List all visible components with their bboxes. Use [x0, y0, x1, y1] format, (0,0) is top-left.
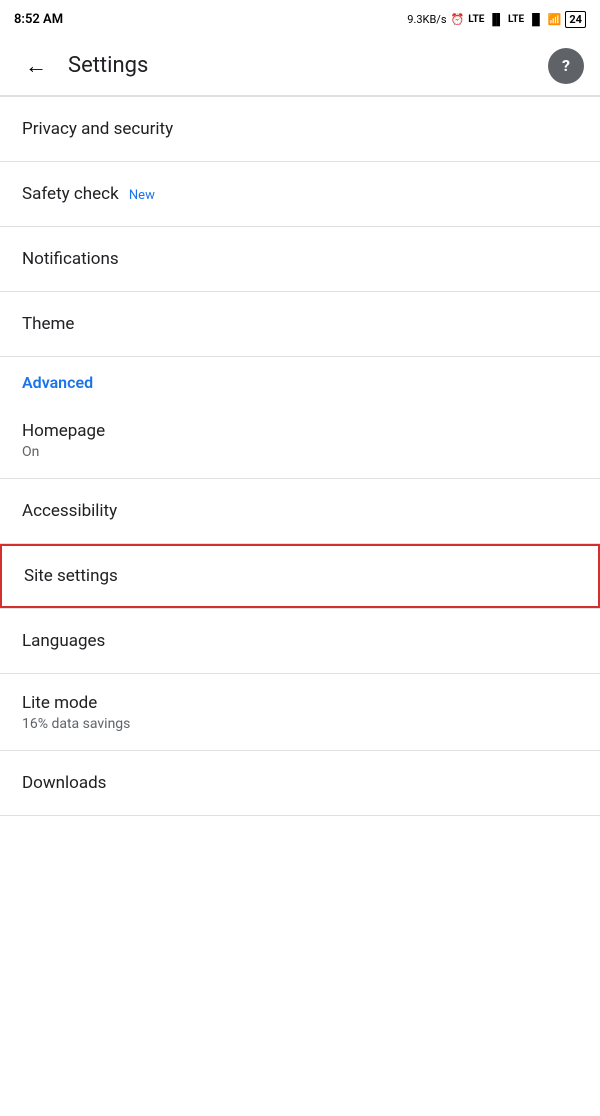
privacy-security-label: Privacy and security: [22, 118, 578, 140]
lite-mode-sublabel: 16% data savings: [22, 716, 578, 732]
back-button[interactable]: ←: [16, 46, 56, 86]
app-bar: ← Settings ?: [0, 36, 600, 96]
settings-item-downloads[interactable]: Downloads: [0, 751, 600, 815]
homepage-label: Homepage: [22, 420, 578, 442]
notifications-label: Notifications: [22, 248, 578, 270]
settings-item-theme[interactable]: Theme: [0, 292, 600, 356]
settings-item-privacy-security[interactable]: Privacy and security: [0, 97, 600, 161]
settings-item-site-settings[interactable]: Site settings: [0, 544, 600, 608]
languages-label: Languages: [22, 630, 578, 652]
wifi-icon: 📶: [548, 13, 562, 26]
lte-icon: LTE: [468, 14, 484, 25]
accessibility-label: Accessibility: [22, 500, 578, 522]
site-settings-label: Site settings: [24, 565, 576, 587]
advanced-section-header: Advanced: [0, 357, 600, 402]
theme-label: Theme: [22, 313, 578, 335]
network-speed: 9.3KB/s: [407, 13, 446, 26]
status-icons: 9.3KB/s ⏰ LTE ▐▌ LTE ▐▌ 📶 24: [407, 11, 586, 28]
advanced-label: Advanced: [22, 373, 93, 392]
downloads-label: Downloads: [22, 772, 578, 794]
advanced-list: Homepage On Accessibility Site settings …: [0, 402, 600, 816]
battery-icon: 24: [565, 11, 586, 28]
settings-item-notifications[interactable]: Notifications: [0, 227, 600, 291]
settings-list: Privacy and security Safety check New No…: [0, 97, 600, 357]
signal2-icon: ▐▌: [528, 13, 544, 26]
safety-check-label: Safety check New: [22, 183, 578, 205]
homepage-sublabel: On: [22, 444, 578, 460]
alarm-icon: ⏰: [451, 13, 465, 26]
settings-item-lite-mode[interactable]: Lite mode 16% data savings: [0, 674, 600, 750]
lite-mode-label: Lite mode: [22, 692, 578, 714]
status-time: 8:52 AM: [14, 12, 63, 27]
signal-icon: ▐▌: [488, 13, 504, 26]
settings-item-safety-check[interactable]: Safety check New: [0, 162, 600, 226]
help-icon: ?: [562, 56, 570, 75]
lte2-icon: LTE: [508, 14, 524, 25]
settings-item-languages[interactable]: Languages: [0, 609, 600, 673]
divider-10: [0, 815, 600, 816]
new-badge: New: [129, 188, 155, 203]
settings-item-accessibility[interactable]: Accessibility: [0, 479, 600, 543]
page-title: Settings: [68, 53, 548, 78]
status-bar: 8:52 AM 9.3KB/s ⏰ LTE ▐▌ LTE ▐▌ 📶 24: [0, 0, 600, 36]
help-button[interactable]: ?: [548, 48, 584, 84]
back-arrow-icon: ←: [25, 53, 47, 79]
settings-item-homepage[interactable]: Homepage On: [0, 402, 600, 478]
